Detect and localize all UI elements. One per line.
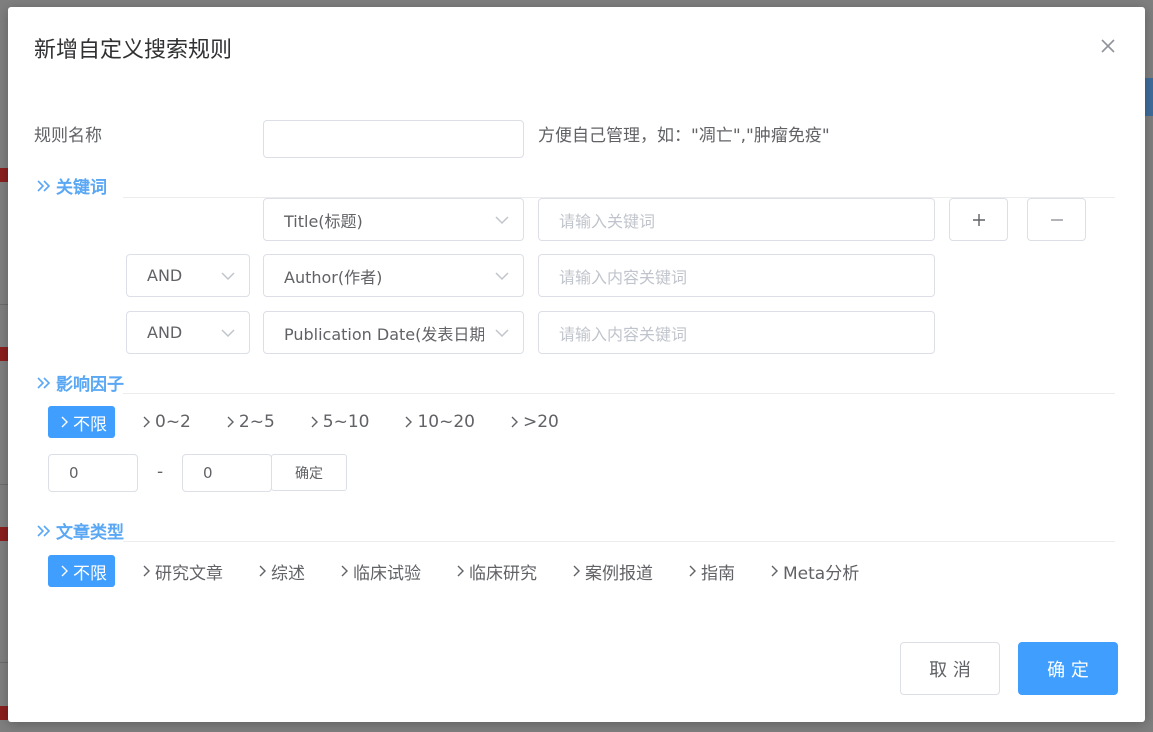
minus-icon bbox=[1050, 218, 1063, 221]
article-type-section-title: 文章类型 bbox=[36, 518, 124, 543]
keyword-input-3[interactable]: 请输入内容关键词 bbox=[538, 311, 935, 354]
chevron-right-icon bbox=[771, 565, 778, 577]
chevron-down-icon bbox=[495, 328, 509, 337]
impact-factor-section-title: 影响因子 bbox=[36, 370, 124, 395]
article-option-unlimited[interactable]: 不限 bbox=[48, 555, 115, 587]
option-label: >20 bbox=[523, 412, 559, 432]
confirm-button[interactable]: 确 定 bbox=[1018, 642, 1118, 695]
chevron-right-icon bbox=[457, 565, 464, 577]
option-label: 5~10 bbox=[322, 412, 370, 432]
chevron-right-icon bbox=[227, 416, 234, 428]
impact-max-input[interactable]: 0 bbox=[182, 454, 272, 492]
chevron-down-icon bbox=[221, 271, 235, 280]
option-label: 临床试验 bbox=[353, 563, 421, 584]
background-divider bbox=[0, 304, 8, 305]
impact-option-5-10[interactable]: 5~10 bbox=[298, 406, 378, 438]
background-divider bbox=[0, 662, 8, 663]
option-label: 10~20 bbox=[417, 412, 475, 432]
option-label: 0~2 bbox=[155, 412, 191, 432]
double-chevron-icon bbox=[37, 376, 51, 389]
keywords-section-label: 关键词 bbox=[56, 178, 107, 198]
field-select-1[interactable]: Title(标题) bbox=[263, 198, 524, 241]
chevron-down-icon bbox=[495, 271, 509, 280]
keywords-section-title: 关键词 bbox=[36, 173, 107, 198]
chevron-right-icon bbox=[61, 416, 68, 428]
impact-factor-section-label: 影响因子 bbox=[56, 375, 124, 395]
chevron-down-icon bbox=[495, 215, 509, 224]
keyword-input-1[interactable]: 请输入关键词 bbox=[538, 198, 935, 241]
article-option-review[interactable]: 综述 bbox=[246, 555, 313, 587]
background-tag bbox=[0, 347, 8, 361]
article-option-clinical-study[interactable]: 临床研究 bbox=[444, 555, 545, 587]
background-divider bbox=[0, 484, 8, 485]
chevron-right-icon bbox=[689, 565, 696, 577]
operator-select-3[interactable]: AND bbox=[126, 311, 250, 354]
close-button[interactable] bbox=[1097, 35, 1119, 57]
article-option-meta-analysis[interactable]: Meta分析 bbox=[758, 555, 867, 587]
chevron-right-icon bbox=[341, 565, 348, 577]
field-select-value: Title(标题) bbox=[284, 211, 363, 231]
close-icon bbox=[1101, 39, 1115, 53]
chevron-right-icon bbox=[61, 565, 68, 577]
impact-option-10-20[interactable]: 10~20 bbox=[392, 406, 483, 438]
section-divider bbox=[123, 393, 1115, 394]
operator-select-value: AND bbox=[147, 266, 183, 285]
option-label: 案例报道 bbox=[585, 563, 653, 584]
double-chevron-icon bbox=[37, 524, 51, 537]
dialog-title: 新增自定义搜索规则 bbox=[34, 38, 233, 63]
rule-name-label: 规则名称 bbox=[34, 126, 102, 146]
option-label: 2~5 bbox=[238, 412, 275, 432]
background-tag bbox=[0, 527, 8, 541]
field-select-value: Publication Date(发表日期) bbox=[284, 324, 484, 344]
rule-name-hint: 方便自己管理，如："凋亡","肿瘤免疫" bbox=[538, 126, 830, 146]
plus-icon bbox=[972, 213, 985, 226]
option-label: Meta分析 bbox=[783, 563, 860, 584]
background-tag bbox=[0, 168, 8, 182]
impact-factor-options: 不限 0~2 2~5 5~10 10~20 >20 bbox=[48, 406, 582, 438]
article-option-case-report[interactable]: 案例报道 bbox=[560, 555, 661, 587]
option-label: 不限 bbox=[73, 414, 107, 435]
article-option-clinical-trial[interactable]: 临床试验 bbox=[328, 555, 429, 587]
field-select-2[interactable]: Author(作者) bbox=[263, 254, 524, 297]
chevron-right-icon bbox=[143, 565, 150, 577]
rule-name-input[interactable] bbox=[263, 120, 524, 158]
field-select-3[interactable]: Publication Date(发表日期) bbox=[263, 311, 524, 354]
chevron-right-icon bbox=[311, 416, 318, 428]
background-tag bbox=[0, 706, 8, 720]
keyword-input-2[interactable]: 请输入内容关键词 bbox=[538, 254, 935, 297]
double-chevron-icon bbox=[37, 179, 51, 192]
chevron-right-icon bbox=[143, 416, 150, 428]
background-accent bbox=[1145, 78, 1153, 116]
option-label: 指南 bbox=[701, 563, 735, 584]
chevron-right-icon bbox=[405, 416, 413, 428]
option-label: 综述 bbox=[271, 563, 305, 584]
range-separator: - bbox=[157, 462, 164, 482]
impact-option-0-2[interactable]: 0~2 bbox=[130, 406, 199, 438]
add-row-button[interactable] bbox=[949, 198, 1008, 241]
operator-select-2[interactable]: AND bbox=[126, 254, 250, 297]
chevron-right-icon bbox=[573, 565, 580, 577]
field-select-value: Author(作者) bbox=[284, 267, 383, 287]
chevron-right-icon bbox=[259, 565, 266, 577]
article-type-section-label: 文章类型 bbox=[56, 523, 124, 543]
impact-option-unlimited[interactable]: 不限 bbox=[48, 406, 115, 438]
option-label: 临床研究 bbox=[469, 563, 537, 584]
chevron-right-icon bbox=[511, 416, 518, 428]
option-label: 不限 bbox=[73, 563, 107, 584]
cancel-button[interactable]: 取 消 bbox=[900, 642, 1000, 695]
impact-min-input[interactable]: 0 bbox=[48, 454, 138, 492]
operator-select-value: AND bbox=[147, 323, 183, 342]
remove-row-button[interactable] bbox=[1027, 198, 1086, 241]
impact-range-confirm-button[interactable]: 确定 bbox=[271, 454, 347, 491]
impact-option-over-20[interactable]: >20 bbox=[498, 406, 567, 438]
section-divider bbox=[123, 541, 1115, 542]
option-label: 研究文章 bbox=[155, 563, 223, 584]
chevron-down-icon bbox=[221, 328, 235, 337]
article-type-options: 不限 研究文章 综述 临床试验 临床研究 案例报道 指南 Meta分析 bbox=[48, 555, 882, 587]
new-search-rule-dialog: 新增自定义搜索规则 规则名称 方便自己管理，如："凋亡","肿瘤免疫" 关键词 … bbox=[8, 7, 1145, 722]
impact-option-2-5[interactable]: 2~5 bbox=[214, 406, 283, 438]
article-option-guideline[interactable]: 指南 bbox=[676, 555, 743, 587]
article-option-research[interactable]: 研究文章 bbox=[130, 555, 231, 587]
